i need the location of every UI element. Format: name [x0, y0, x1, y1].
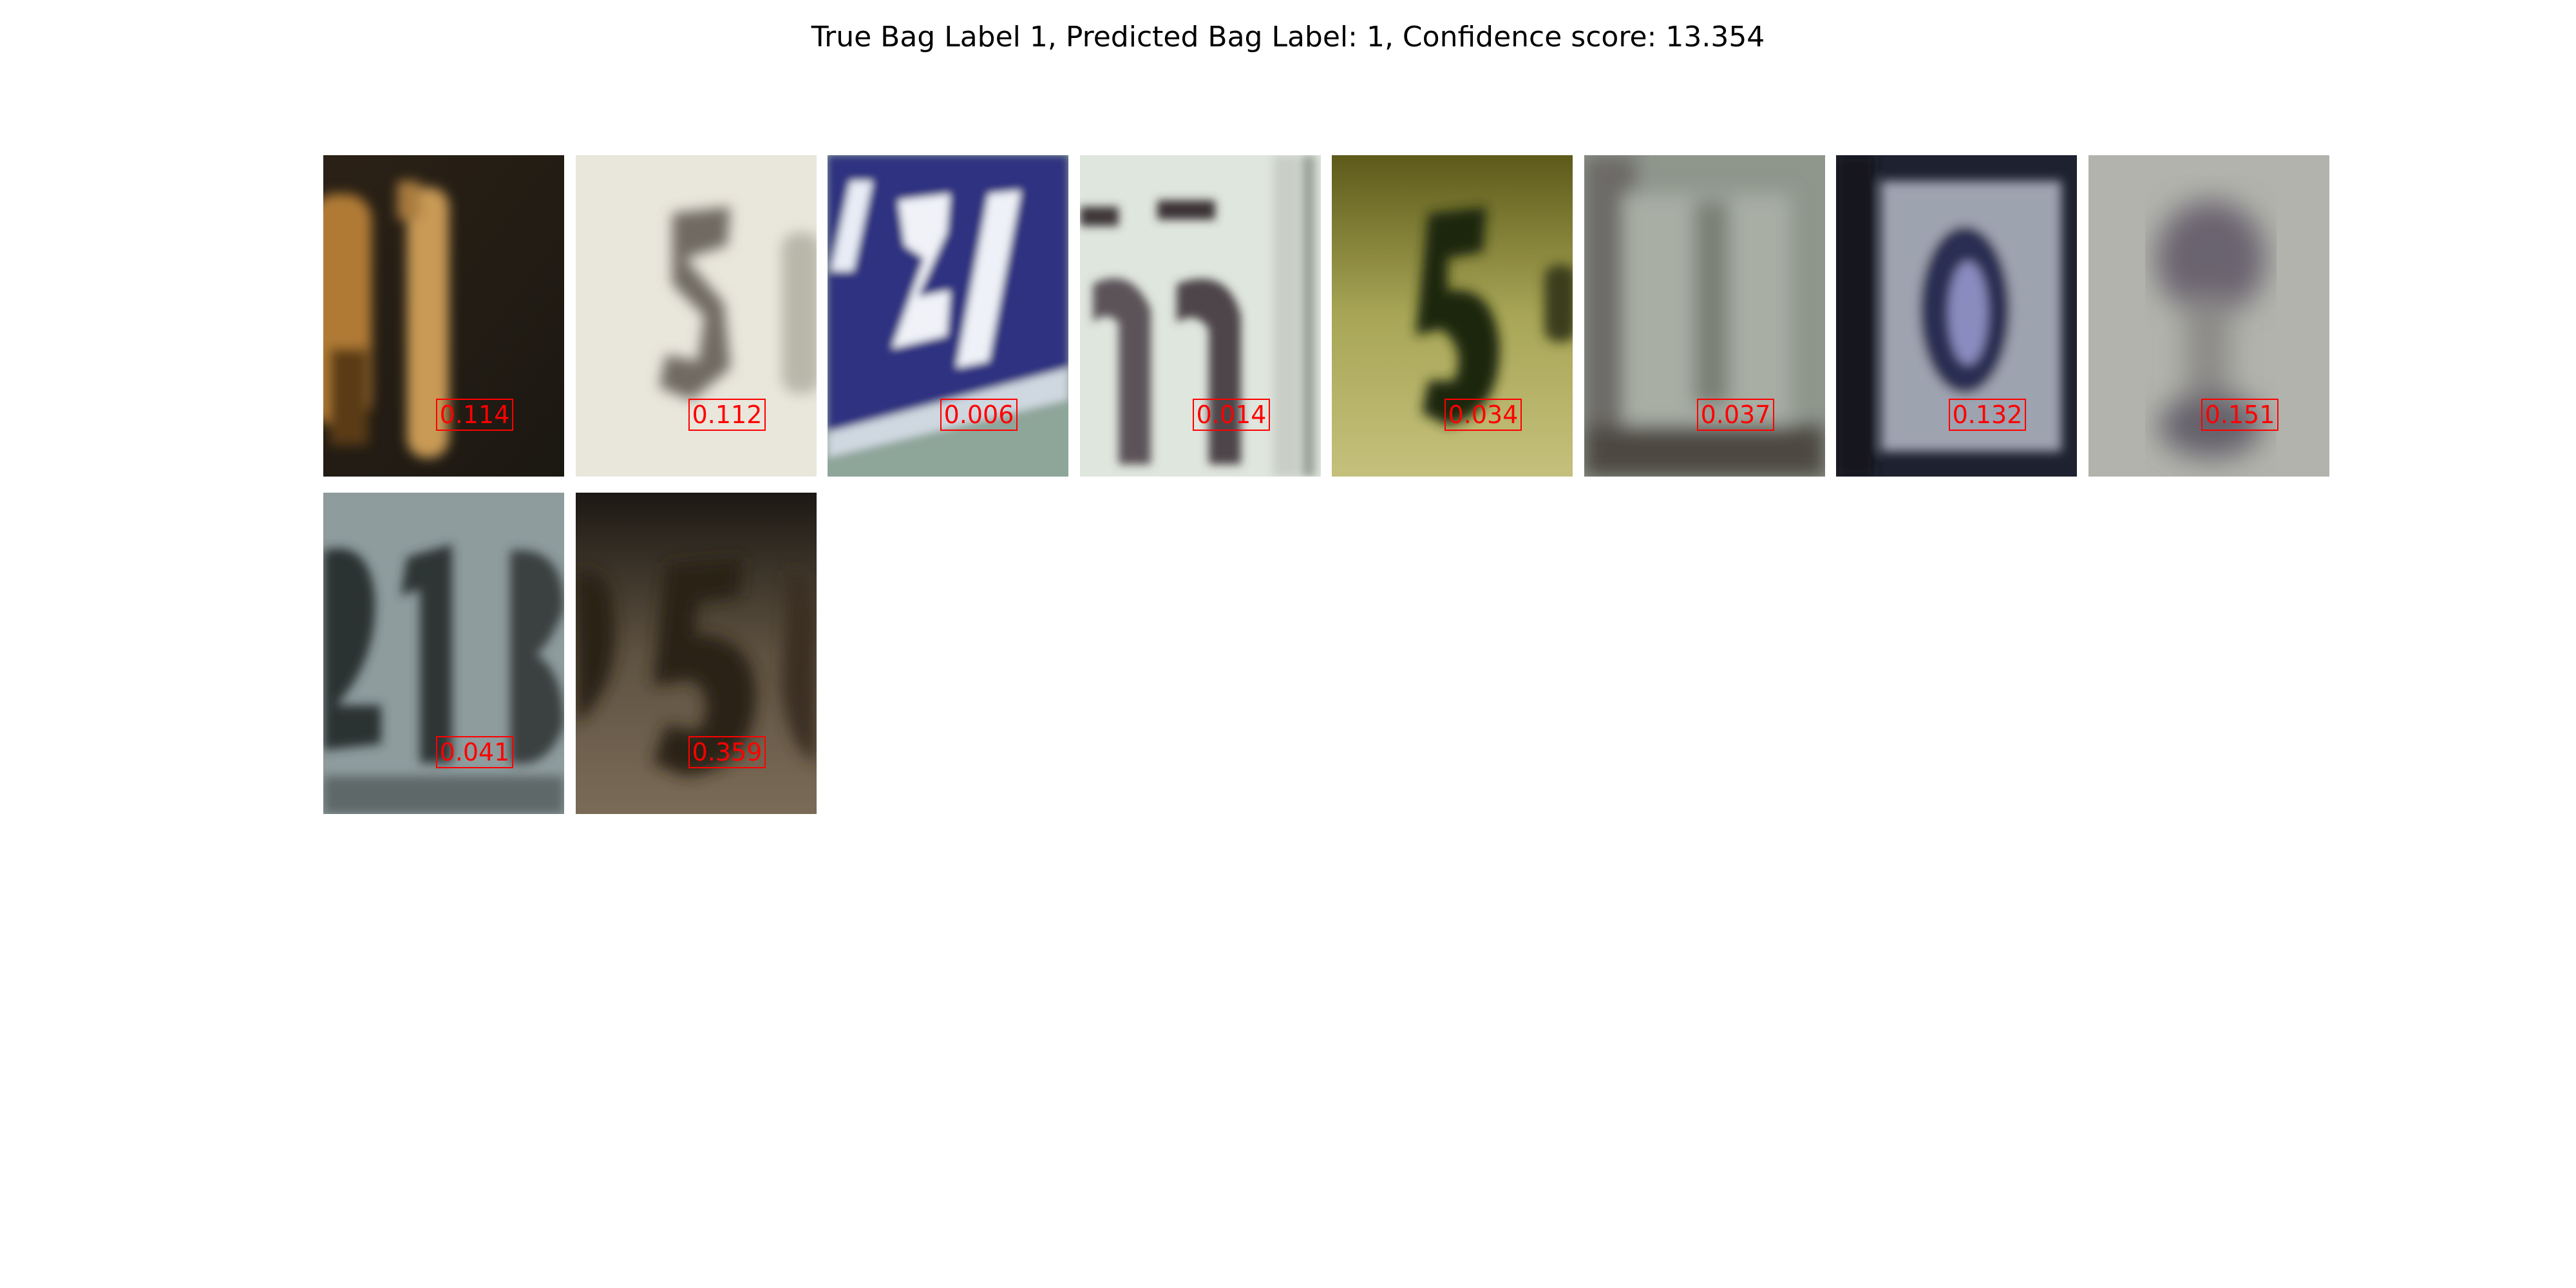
figure-title: True Bag Label 1, Predicted Bag Label: 1…	[811, 21, 1765, 53]
instance-score-1: 0.114	[436, 399, 513, 431]
instance-image-7: 0.132	[1836, 155, 2077, 477]
instance-score-7: 0.132	[1949, 399, 2026, 431]
instance-score-3: 0.006	[940, 399, 1018, 431]
instance-score-10: 0.359	[688, 736, 766, 768]
instance-image-6: 0.037	[1584, 155, 1825, 477]
instance-image-4: 0.014	[1080, 155, 1321, 477]
instance-score-2: 0.112	[688, 399, 766, 431]
instance-image-5: 0.034	[1332, 155, 1573, 477]
instance-image-10: 0.359	[576, 493, 817, 814]
instance-score-9: 0.041	[436, 736, 513, 768]
instance-score-5: 0.034	[1444, 399, 1522, 431]
instance-image-3: 0.006	[828, 155, 1068, 477]
instance-score-4: 0.014	[1193, 399, 1270, 431]
instance-image-2: 0.112	[576, 155, 817, 477]
instance-image-8: 0.151	[2088, 155, 2329, 477]
instance-score-6: 0.037	[1697, 399, 1774, 431]
instance-image-1: 0.114	[323, 155, 564, 477]
instance-image-9: 0.041	[323, 493, 564, 814]
instance-score-8: 0.151	[2201, 399, 2278, 431]
